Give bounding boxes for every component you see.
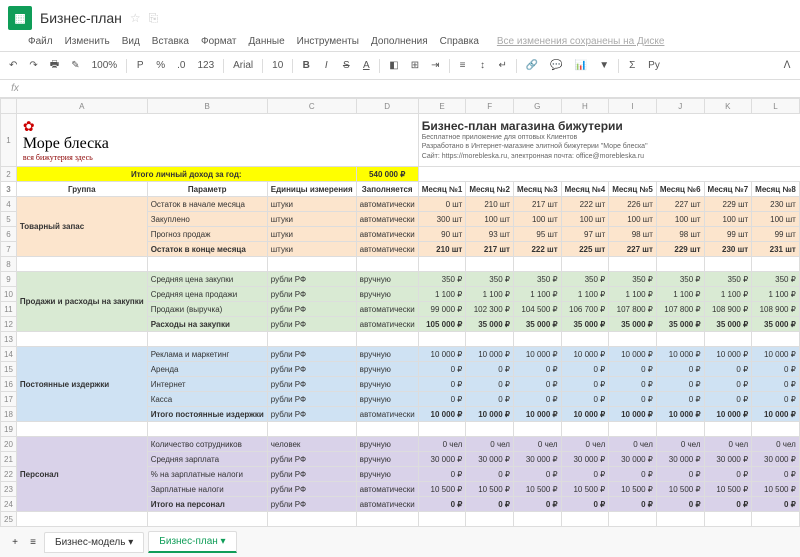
link-button[interactable]: 🔗 [523,58,541,73]
fx-label: fx [0,83,30,94]
add-sheet-button[interactable]: + [8,535,22,550]
all-sheets-button[interactable]: ≡ [26,535,40,550]
font-select[interactable]: Arial [230,58,256,73]
currency-button[interactable]: Р [133,58,147,73]
more-button[interactable]: Ру [645,58,663,73]
tab-business-model[interactable]: Бизнес-модель ▾ [44,532,144,553]
save-status: Все изменения сохранены на Диске [497,36,665,47]
menu-Вид[interactable]: Вид [122,36,140,47]
logo: ✿Море блескався бижутерия здесь [16,114,418,167]
spreadsheet-grid[interactable]: ABCDEFGHIJKLM1✿Море блескався бижутерия … [0,98,800,538]
menu-Файл[interactable]: Файл [28,36,53,47]
bold-button[interactable]: B [299,58,313,73]
font-size-select[interactable]: 10 [269,58,286,73]
paint-format-button[interactable]: ✎ [68,58,82,73]
collapse-button[interactable]: ᐱ [780,58,794,73]
star-icon[interactable]: ☆ [130,11,141,25]
halign-button[interactable]: ≡ [456,58,470,73]
decimal-button[interactable]: .0 [174,58,188,73]
borders-button[interactable]: ⊞ [408,58,422,73]
folder-icon[interactable]: ⎘ [149,11,159,26]
fill-color-button[interactable]: ◧ [386,58,401,73]
wrap-button[interactable]: ↵ [496,58,510,73]
italic-button[interactable]: I [319,58,333,73]
menu-Инструменты[interactable]: Инструменты [297,36,359,47]
format-more-button[interactable]: 123 [194,58,217,73]
tab-business-plan[interactable]: Бизнес-план ▾ [148,531,236,553]
formula-input[interactable] [30,83,800,94]
percent-button[interactable]: % [153,58,168,73]
doc-title[interactable]: Бизнес-план [40,10,122,26]
filter-button[interactable]: ▼ [596,58,612,73]
undo-button[interactable]: ↶ [6,58,20,73]
comment-button[interactable]: 💬 [547,58,565,73]
menu-Справка[interactable]: Справка [440,36,479,47]
text-color-button[interactable]: A [359,58,373,73]
redo-button[interactable]: ↷ [26,58,40,73]
menu-Формат[interactable]: Формат [201,36,237,47]
menu-Данные[interactable]: Данные [249,36,285,47]
merge-button[interactable]: ⇥ [428,58,442,73]
valign-button[interactable]: ↕ [476,58,490,73]
print-button[interactable]: 🖶 [47,55,62,76]
menu-Вставка[interactable]: Вставка [152,36,189,47]
functions-button[interactable]: Σ [625,58,639,73]
zoom-select[interactable]: 100% [89,58,121,73]
chart-button[interactable]: 📊 [572,58,590,73]
menu-Изменить[interactable]: Изменить [65,36,110,47]
menu-Дополнения[interactable]: Дополнения [371,36,428,47]
sheets-icon[interactable]: ▦ [8,6,32,30]
strike-button[interactable]: S [339,58,353,73]
plan-header: Бизнес-план магазина бижутерииБесплатное… [418,114,800,167]
